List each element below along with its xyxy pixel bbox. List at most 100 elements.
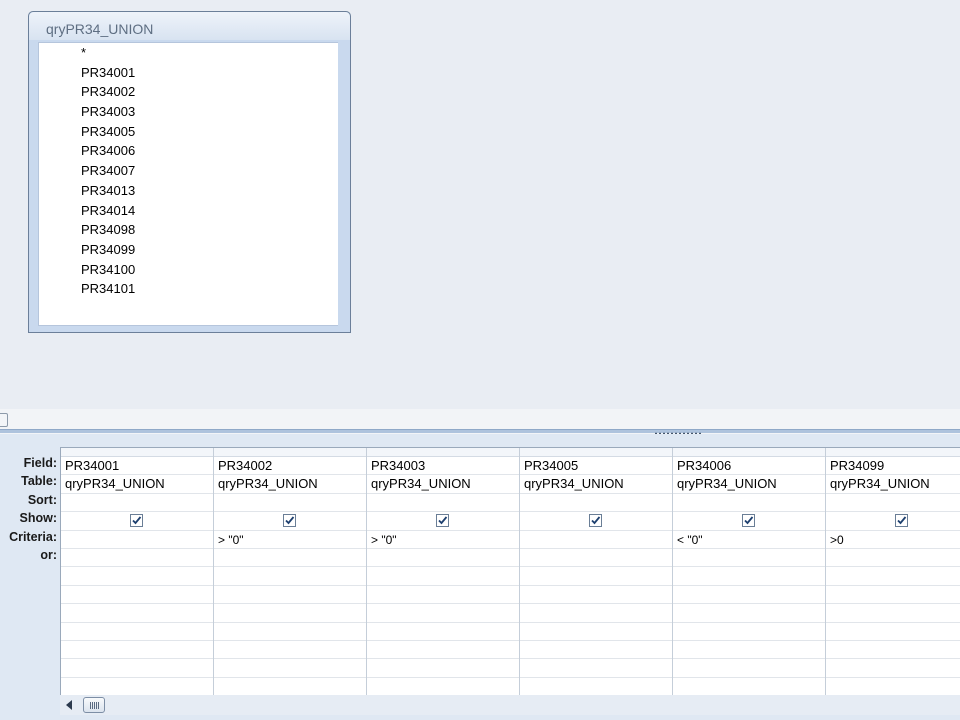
empty-criteria-cell[interactable] [214, 604, 366, 623]
empty-criteria-cell[interactable] [367, 641, 519, 660]
field-cell[interactable]: PR34099 [826, 457, 960, 476]
show-cell[interactable] [214, 512, 366, 531]
show-checkbox[interactable] [589, 514, 602, 528]
table-cell[interactable]: qryPR34_UNION [367, 475, 519, 494]
field-list-item[interactable]: PR34006 [39, 141, 342, 161]
criteria-cell[interactable]: >0 [826, 531, 960, 549]
empty-criteria-cell[interactable] [367, 678, 519, 696]
grid-column[interactable]: PR34005 qryPR34_UNION [520, 448, 673, 696]
field-list-item[interactable]: PR34005 [39, 122, 342, 142]
empty-criteria-cell[interactable] [367, 586, 519, 605]
field-list-item[interactable]: PR34007 [39, 161, 342, 181]
show-checkbox[interactable] [895, 514, 908, 528]
empty-criteria-cell[interactable] [673, 678, 825, 696]
empty-criteria-cell[interactable] [61, 623, 213, 641]
empty-criteria-cell[interactable] [520, 659, 672, 678]
field-list-item[interactable]: PR34098 [39, 220, 342, 240]
table-cell[interactable]: qryPR34_UNION [214, 475, 366, 494]
field-list-item[interactable]: PR34002 [39, 82, 342, 102]
empty-criteria-cell[interactable] [367, 659, 519, 678]
table-window-qryPR34_UNION[interactable]: qryPR34_UNION * PR34001 PR34002 PR34003 PR34… [28, 11, 351, 333]
field-list[interactable]: * PR34001 PR34002 PR34003 PR34005 PR34006 PR34… [38, 42, 343, 326]
empty-criteria-cell[interactable] [673, 641, 825, 660]
sort-cell[interactable] [520, 494, 672, 513]
empty-criteria-cell[interactable] [214, 659, 366, 678]
table-cell[interactable]: qryPR34_UNION [826, 475, 960, 494]
empty-criteria-cell[interactable] [367, 567, 519, 586]
or-cell[interactable] [826, 549, 960, 568]
empty-criteria-cell[interactable] [520, 678, 672, 696]
field-list-scrollbar[interactable] [338, 42, 343, 326]
show-checkbox[interactable] [283, 514, 296, 528]
field-list-item[interactable]: PR34099 [39, 240, 342, 260]
empty-criteria-cell[interactable] [826, 641, 960, 660]
table-window-title[interactable]: qryPR34_UNION [29, 12, 350, 40]
field-list-item[interactable]: PR34100 [39, 260, 342, 280]
query-design-grid[interactable]: PR34001 qryPR34_UNION PR34002 qryPR34_UNION… [60, 447, 960, 696]
grid-column[interactable]: PR34001 qryPR34_UNION [61, 448, 214, 696]
criteria-cell[interactable]: > "0" [214, 531, 366, 549]
column-selector[interactable] [673, 448, 825, 457]
scroll-thumb[interactable] [83, 697, 105, 713]
field-list-item[interactable]: * [39, 43, 342, 63]
field-cell[interactable]: PR34006 [673, 457, 825, 476]
criteria-cell[interactable]: > "0" [367, 531, 519, 549]
criteria-cell[interactable]: < "0" [673, 531, 825, 549]
show-checkbox[interactable] [130, 514, 143, 528]
table-cell[interactable]: qryPR34_UNION [520, 475, 672, 494]
table-cell[interactable]: qryPR34_UNION [673, 475, 825, 494]
field-cell[interactable]: PR34001 [61, 457, 213, 476]
show-cell[interactable] [826, 512, 960, 531]
empty-criteria-cell[interactable] [826, 567, 960, 586]
sort-cell[interactable] [214, 494, 366, 513]
empty-criteria-cell[interactable] [826, 604, 960, 623]
empty-criteria-cell[interactable] [520, 604, 672, 623]
criteria-cell[interactable] [61, 531, 213, 549]
sort-cell[interactable] [61, 494, 213, 513]
field-cell[interactable]: PR34003 [367, 457, 519, 476]
empty-criteria-cell[interactable] [214, 678, 366, 696]
empty-criteria-cell[interactable] [826, 659, 960, 678]
field-list-item[interactable]: PR34001 [39, 63, 342, 83]
column-selector[interactable] [214, 448, 366, 457]
or-cell[interactable] [214, 549, 366, 568]
empty-criteria-cell[interactable] [673, 604, 825, 623]
pane-splitter-bar[interactable] [0, 429, 960, 433]
show-checkbox[interactable] [742, 514, 755, 528]
show-cell[interactable] [61, 512, 213, 531]
sort-cell[interactable] [367, 494, 519, 513]
empty-criteria-cell[interactable] [673, 659, 825, 678]
empty-criteria-cell[interactable] [61, 641, 213, 660]
empty-criteria-cell[interactable] [826, 586, 960, 605]
grid-horizontal-scrollbar[interactable] [60, 695, 960, 715]
grid-column[interactable]: PR34006 qryPR34_UNION < "0" [673, 448, 826, 696]
field-list-item[interactable]: PR34003 [39, 102, 342, 122]
field-cell[interactable]: PR34002 [214, 457, 366, 476]
empty-criteria-cell[interactable] [520, 623, 672, 641]
empty-criteria-cell[interactable] [520, 641, 672, 660]
or-cell[interactable] [673, 549, 825, 568]
or-cell[interactable] [520, 549, 672, 568]
table-cell[interactable]: qryPR34_UNION [61, 475, 213, 494]
or-cell[interactable] [61, 549, 213, 568]
field-cell[interactable]: PR34005 [520, 457, 672, 476]
empty-criteria-cell[interactable] [61, 659, 213, 678]
or-cell[interactable] [367, 549, 519, 568]
empty-criteria-cell[interactable] [61, 586, 213, 605]
column-selector[interactable] [61, 448, 213, 457]
upper-pane-scroll-thumb[interactable] [0, 413, 8, 427]
grid-column[interactable]: PR34099 qryPR34_UNION >0 [826, 448, 960, 696]
table-diagram-pane[interactable]: qryPR34_UNION * PR34001 PR34002 PR34003 PR34… [0, 0, 960, 409]
empty-criteria-cell[interactable] [214, 623, 366, 641]
empty-criteria-cell[interactable] [367, 623, 519, 641]
field-list-item[interactable]: PR34014 [39, 201, 342, 221]
show-cell[interactable] [673, 512, 825, 531]
column-selector[interactable] [826, 448, 960, 457]
sort-cell[interactable] [826, 494, 960, 513]
empty-criteria-cell[interactable] [214, 567, 366, 586]
sort-cell[interactable] [673, 494, 825, 513]
column-selector[interactable] [367, 448, 519, 457]
empty-criteria-cell[interactable] [520, 567, 672, 586]
empty-criteria-cell[interactable] [214, 586, 366, 605]
grid-column[interactable]: PR34002 qryPR34_UNION > "0" [214, 448, 367, 696]
